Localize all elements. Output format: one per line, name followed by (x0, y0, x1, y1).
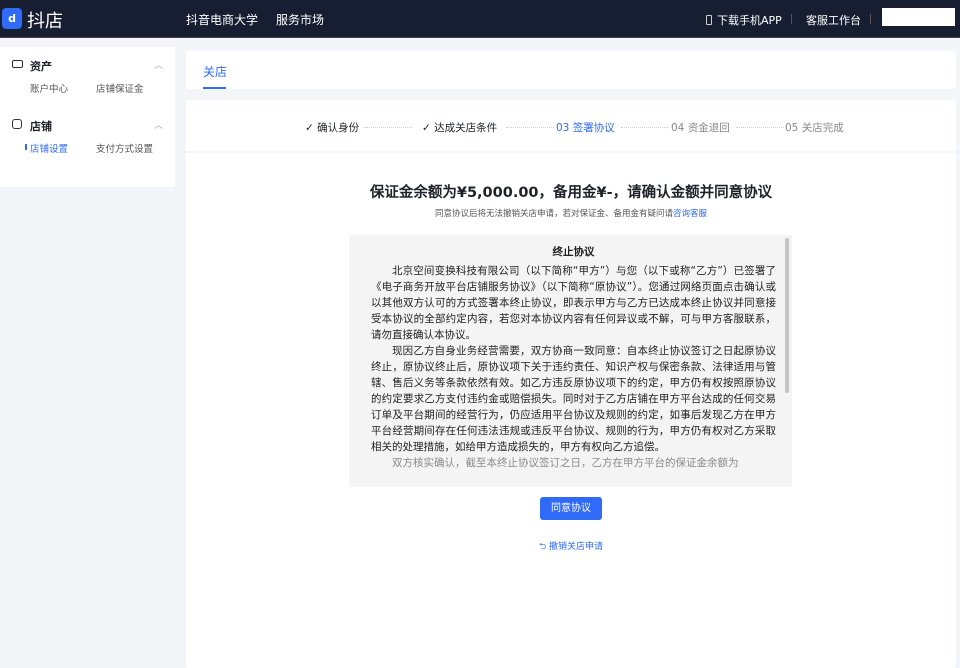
step-connector (364, 127, 412, 128)
sidebar: 资产 ︿ 账户中心 店铺保证金 店铺 ︿ 店铺设置 支付方式设置 (0, 47, 175, 187)
cancel-close-link[interactable]: ⮌ 撤销关店申请 (186, 539, 956, 555)
contact-support-link[interactable]: 咨询客服 (673, 209, 707, 219)
cancel-close-label: 撤销关店申请 (549, 542, 603, 552)
tab-close-store[interactable]: 关店 (203, 63, 227, 80)
agreement-paragraph: 北京空间变换科技有限公司（以下简称“甲方”）与您（以下或称“乙方”）已签署了《电… (371, 263, 776, 343)
page-title: 保证金余额为¥5,000.00，备用金¥-，请确认金额并同意协议 (186, 181, 956, 202)
logo-icon[interactable]: d (2, 8, 22, 29)
agreement-paragraph: 双方核实确认，截至本终止协议签订之日，乙方在甲方平台的保证金余额为 (371, 455, 776, 471)
stepper: ✓ 确认身份 ✓ 达成关店条件 03 签署协议 04 资金退回 05 关店完成 (186, 120, 956, 134)
step-connector (736, 127, 784, 128)
content-card: ✓ 确认身份 ✓ 达成关店条件 03 签署协议 04 资金退回 05 关店完成 … (186, 100, 956, 668)
undo-icon: ⮌ (539, 542, 549, 552)
active-indicator (25, 144, 27, 150)
nav-service-market[interactable]: 服务市场 (276, 11, 324, 28)
chevron-up-icon[interactable]: ︿ (154, 58, 163, 71)
divider (791, 14, 792, 24)
subtitle: 同意协议后将无法撤销关店申请，若对保证金、备用金有疑问请咨询客服 (186, 207, 956, 219)
sidebar-item-account-center[interactable]: 账户中心 (30, 81, 68, 95)
agreement-box[interactable]: 终止协议 北京空间变换科技有限公司（以下简称“甲方”）与您（以下或称“乙方”）已… (349, 235, 792, 487)
step-connector (621, 127, 669, 128)
top-bar: d 抖店 抖音电商大学 服务市场 下载手机APP 客服工作台 (0, 0, 960, 38)
divider (186, 151, 956, 153)
step-meet-conditions: ✓ 达成关店条件 (422, 120, 497, 135)
chevron-up-icon[interactable]: ︿ (154, 118, 163, 131)
user-menu[interactable] (882, 8, 955, 26)
download-app-link[interactable]: 下载手机APP (706, 12, 782, 28)
agreement-title: 终止协议 (371, 244, 776, 260)
agree-button[interactable]: 同意协议 (540, 497, 602, 520)
step-verify-identity: ✓ 确认身份 (305, 120, 359, 135)
step-sign-agreement: 03 签署协议 (556, 120, 615, 135)
brand-name[interactable]: 抖店 (27, 7, 63, 33)
divider (870, 14, 871, 24)
download-app-label: 下载手机APP (717, 14, 782, 27)
sidebar-group-store[interactable]: 店铺 (30, 118, 52, 134)
tab-bar: 关店 (186, 51, 956, 89)
nav-university[interactable]: 抖音电商大学 (186, 11, 258, 28)
sidebar-item-deposit[interactable]: 店铺保证金 (96, 81, 144, 95)
phone-icon (706, 15, 712, 25)
step-connector (506, 127, 554, 128)
tab-underline (203, 87, 226, 89)
sidebar-group-assets[interactable]: 资产 (30, 58, 52, 74)
service-desk-link[interactable]: 客服工作台 (806, 12, 861, 28)
store-icon (12, 119, 22, 129)
step-complete: 05 关店完成 (785, 120, 844, 135)
sidebar-item-payment-settings[interactable]: 支付方式设置 (96, 141, 153, 155)
scrollbar[interactable] (785, 238, 789, 393)
wallet-icon (12, 60, 23, 68)
step-refund: 04 资金退回 (671, 120, 730, 135)
agreement-paragraph: 现因乙方自身业务经营需要，双方协商一致同意：自本终止协议签订之日起原协议终止，原… (371, 343, 776, 455)
sidebar-item-store-settings[interactable]: 店铺设置 (30, 141, 68, 155)
